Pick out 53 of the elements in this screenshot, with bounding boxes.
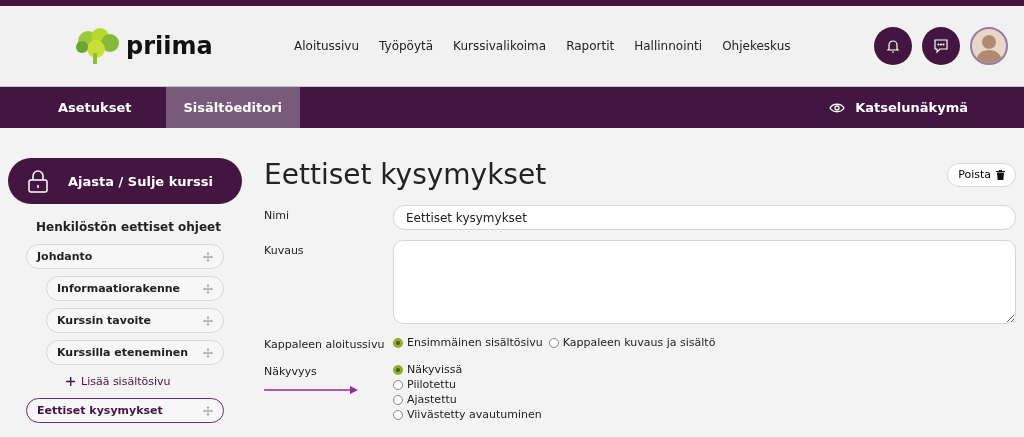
- page-title: Eettiset kysymykset: [264, 158, 547, 191]
- move-icon[interactable]: [203, 315, 213, 326]
- plus-icon: [66, 377, 75, 386]
- chapter-item[interactable]: Eettiset kysymykset: [26, 398, 224, 423]
- radio-button[interactable]: [548, 337, 559, 348]
- description-field[interactable]: [393, 240, 1016, 324]
- delete-button[interactable]: Poista: [947, 162, 1016, 187]
- lock-course-button[interactable]: Ajasta / Sulje kurssi: [8, 158, 242, 204]
- nav-link[interactable]: Työpöytä: [369, 39, 444, 53]
- lock-icon: [28, 169, 48, 193]
- move-icon[interactable]: [203, 405, 213, 416]
- field-label: Kappaleen aloitussivu: [264, 337, 386, 351]
- radio-button[interactable]: [393, 337, 403, 348]
- radio-label: Näkyvissä: [407, 363, 463, 376]
- name-field[interactable]: Eettiset kysymykset: [393, 205, 1016, 230]
- nav-link[interactable]: Raportit: [556, 39, 625, 53]
- add-page-link[interactable]: Lisää sisältösivu: [66, 375, 242, 388]
- move-icon[interactable]: [203, 283, 213, 294]
- page-item[interactable]: Kurssin tavoite: [46, 308, 224, 333]
- radio-button[interactable]: [393, 409, 403, 420]
- field-label: Näkyvyys: [264, 364, 318, 378]
- move-icon[interactable]: [203, 347, 213, 358]
- bell-icon: [885, 38, 901, 54]
- logo-text: priima: [126, 32, 213, 60]
- nav-link[interactable]: Ohjekeskus: [712, 39, 801, 53]
- nav-link[interactable]: Hallinnointi: [624, 39, 713, 53]
- chat-icon: [933, 38, 949, 54]
- radio-label: Ensimmäinen sisältösivu: [407, 336, 543, 349]
- trash-icon: [996, 169, 1005, 180]
- field-label: Nimi: [264, 208, 291, 222]
- tab[interactable]: Asetukset: [24, 87, 166, 128]
- radio-label: Kappaleen kuvaus ja sisältö: [562, 336, 716, 349]
- radio-button[interactable]: [393, 379, 403, 390]
- tab[interactable]: Sisältöeditori: [165, 87, 301, 128]
- preview-link[interactable]: Katselunäkymä: [829, 87, 968, 128]
- page-item[interactable]: Informaatiorakenne: [46, 276, 224, 301]
- nav-link[interactable]: Aloitussivu: [284, 39, 370, 53]
- messages-button[interactable]: [922, 27, 960, 65]
- nav-link[interactable]: Kurssivalikoima: [443, 39, 557, 53]
- notifications-button[interactable]: [874, 27, 912, 65]
- radio-button[interactable]: [393, 394, 403, 405]
- page-item[interactable]: Kurssilla eteneminen: [46, 340, 224, 365]
- radio-label: Piilotettu: [407, 378, 456, 391]
- chapter-item[interactable]: Johdanto: [26, 244, 224, 269]
- field-label: Kuvaus: [264, 243, 305, 257]
- course-title: Henkilöstön eettiset ohjeet: [36, 220, 222, 234]
- radio-button[interactable]: [393, 364, 403, 375]
- user-avatar[interactable]: [970, 27, 1008, 65]
- radio-label: Ajastettu: [407, 393, 457, 406]
- eye-icon: [829, 102, 846, 113]
- radio-label: Viivästetty avautuminen: [407, 408, 542, 421]
- brain-logo-icon: [74, 27, 122, 65]
- move-icon[interactable]: [203, 251, 213, 262]
